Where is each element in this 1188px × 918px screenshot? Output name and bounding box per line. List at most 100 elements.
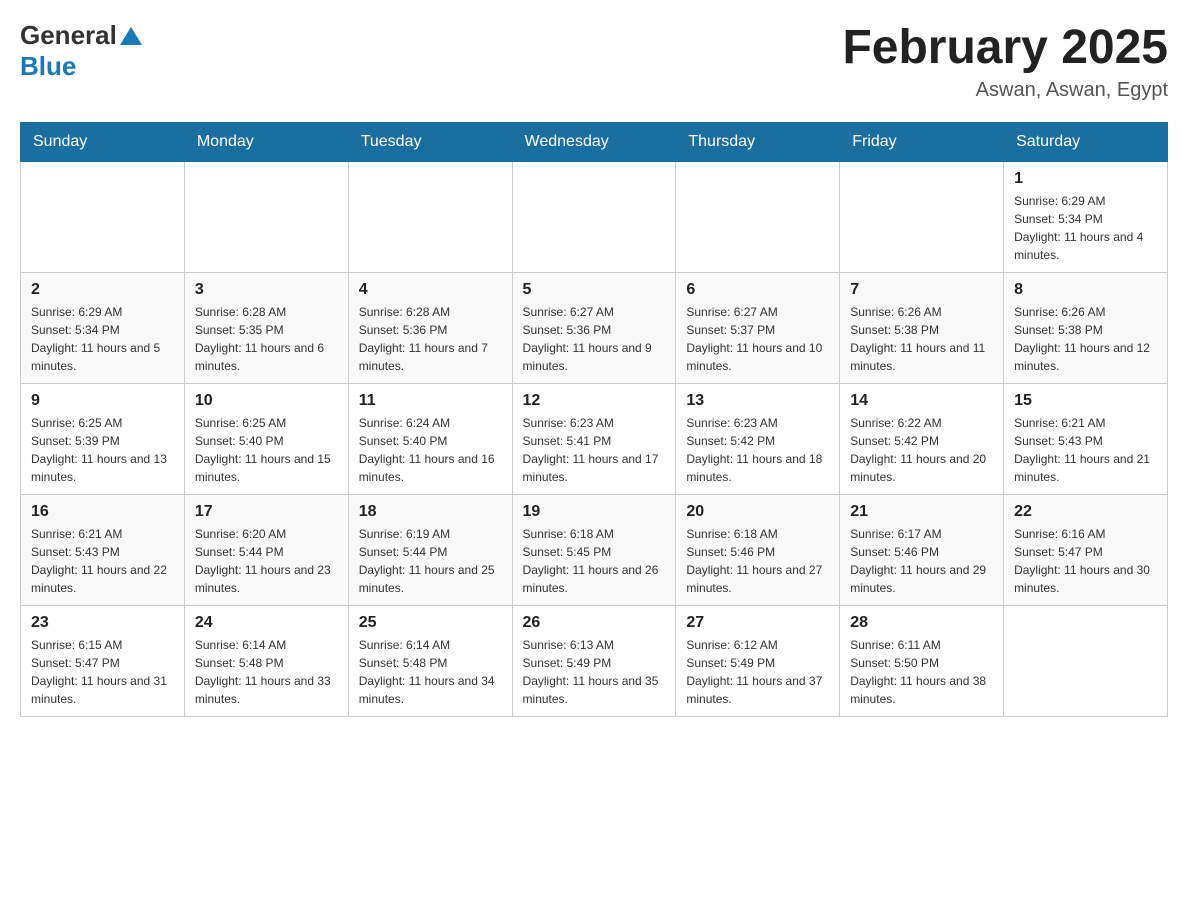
day-info: Sunrise: 6:25 AM Sunset: 5:39 PM Dayligh… — [31, 414, 174, 486]
table-row: 11Sunrise: 6:24 AM Sunset: 5:40 PM Dayli… — [348, 384, 512, 495]
table-row: 7Sunrise: 6:26 AM Sunset: 5:38 PM Daylig… — [840, 273, 1004, 384]
logo-blue-text: Blue — [20, 51, 76, 81]
table-row: 14Sunrise: 6:22 AM Sunset: 5:42 PM Dayli… — [840, 384, 1004, 495]
table-row: 24 Sunrise: 6:14 AM Sunset: 5:48 PM Dayli… — [184, 606, 348, 717]
table-row: 20 Sunrise: 6:18 AM Sunset: 5:46 PM Dayli… — [676, 495, 840, 606]
day-number: 3 — [195, 281, 338, 299]
day-info: Sunrise: 6:25 AM Sunset: 5:40 PM Dayligh… — [195, 414, 338, 486]
table-row: 17 Sunrise: 6:20 AM Sunset: 5:44 PM Dayli… — [184, 495, 348, 606]
day-info: Sunrise: 6:26 AM Sunset: 5:38 PM Dayligh… — [1014, 303, 1157, 375]
calendar-week-row: 9 Sunrise: 6:25 AM Sunset: 5:39 PM Daylig… — [21, 384, 1168, 495]
day-number: 28 — [850, 614, 993, 632]
calendar-week-row: 23 Sunrise: 6:15 AM Sunset: 5:47 PM Dayli… — [21, 606, 1168, 717]
day-number: 21 — [850, 503, 993, 521]
table-row: 26Sunrise: 6:13 AM Sunset: 5:49 PM Dayli… — [512, 606, 676, 717]
table-row — [184, 162, 348, 273]
table-row — [21, 162, 185, 273]
day-number: 15 — [1014, 392, 1157, 410]
calendar-week-row: 1Sunrise: 6:29 AM Sunset: 5:34 PM Daylig… — [21, 162, 1168, 273]
header-sunday: Sunday — [21, 123, 185, 162]
day-number: 8 — [1014, 281, 1157, 299]
table-row — [1004, 606, 1168, 717]
day-number: 13 — [686, 392, 829, 410]
day-number: 20 — [686, 503, 829, 521]
day-info: Sunrise: 6:21 AM Sunset: 5:43 PM Dayligh… — [31, 525, 174, 597]
day-info: Sunrise: 6:13 AM Sunset: 5:49 PM Dayligh… — [523, 636, 666, 708]
day-info: Sunrise: 6:14 AM Sunset: 5:48 PM Dayligh… — [195, 636, 338, 708]
day-info: Sunrise: 6:18 AM Sunset: 5:46 PM Dayligh… — [686, 525, 829, 597]
day-info: Sunrise: 6:28 AM Sunset: 5:36 PM Dayligh… — [359, 303, 502, 375]
day-number: 23 — [31, 614, 174, 632]
day-info: Sunrise: 6:23 AM Sunset: 5:41 PM Dayligh… — [523, 414, 666, 486]
table-row: 9 Sunrise: 6:25 AM Sunset: 5:39 PM Daylig… — [21, 384, 185, 495]
table-row — [676, 162, 840, 273]
table-row — [348, 162, 512, 273]
day-info: Sunrise: 6:22 AM Sunset: 5:42 PM Dayligh… — [850, 414, 993, 486]
table-row: 4 Sunrise: 6:28 AM Sunset: 5:36 PM Daylig… — [348, 273, 512, 384]
day-info: Sunrise: 6:19 AM Sunset: 5:44 PM Dayligh… — [359, 525, 502, 597]
table-row: 10 Sunrise: 6:25 AM Sunset: 5:40 PM Dayli… — [184, 384, 348, 495]
day-number: 2 — [31, 281, 174, 299]
day-info: Sunrise: 6:11 AM Sunset: 5:50 PM Dayligh… — [850, 636, 993, 708]
day-number: 10 — [195, 392, 338, 410]
header-thursday: Thursday — [676, 123, 840, 162]
day-number: 4 — [359, 281, 502, 299]
day-info: Sunrise: 6:17 AM Sunset: 5:46 PM Dayligh… — [850, 525, 993, 597]
day-info: Sunrise: 6:23 AM Sunset: 5:42 PM Dayligh… — [686, 414, 829, 486]
header-tuesday: Tuesday — [348, 123, 512, 162]
calendar-table: Sunday Monday Tuesday Wednesday Thursday… — [20, 122, 1168, 717]
day-info: Sunrise: 6:27 AM Sunset: 5:37 PM Dayligh… — [686, 303, 829, 375]
table-row: 13 Sunrise: 6:23 AM Sunset: 5:42 PM Dayli… — [676, 384, 840, 495]
day-number: 6 — [686, 281, 829, 299]
day-number: 16 — [31, 503, 174, 521]
day-number: 19 — [523, 503, 666, 521]
table-row: 6 Sunrise: 6:27 AM Sunset: 5:37 PM Daylig… — [676, 273, 840, 384]
header-friday: Friday — [840, 123, 1004, 162]
header-saturday: Saturday — [1004, 123, 1168, 162]
day-info: Sunrise: 6:29 AM Sunset: 5:34 PM Dayligh… — [31, 303, 174, 375]
day-info: Sunrise: 6:16 AM Sunset: 5:47 PM Dayligh… — [1014, 525, 1157, 597]
day-number: 25 — [359, 614, 502, 632]
location-subtitle: Aswan, Aswan, Egypt — [842, 79, 1168, 102]
calendar-week-row: 16 Sunrise: 6:21 AM Sunset: 5:43 PM Dayli… — [21, 495, 1168, 606]
table-row: 25 Sunrise: 6:14 AM Sunset: 5:48 PM Dayli… — [348, 606, 512, 717]
logo: General Blue — [20, 20, 142, 82]
title-section: February 2025 Aswan, Aswan, Egypt — [842, 20, 1168, 102]
calendar-week-row: 2 Sunrise: 6:29 AM Sunset: 5:34 PM Daylig… — [21, 273, 1168, 384]
table-row: 12 Sunrise: 6:23 AM Sunset: 5:41 PM Dayli… — [512, 384, 676, 495]
day-info: Sunrise: 6:21 AM Sunset: 5:43 PM Dayligh… — [1014, 414, 1157, 486]
month-title: February 2025 — [842, 20, 1168, 75]
table-row: 19 Sunrise: 6:18 AM Sunset: 5:45 PM Dayli… — [512, 495, 676, 606]
day-number: 27 — [686, 614, 829, 632]
table-row: 1Sunrise: 6:29 AM Sunset: 5:34 PM Daylig… — [1004, 162, 1168, 273]
day-info: Sunrise: 6:20 AM Sunset: 5:44 PM Dayligh… — [195, 525, 338, 597]
day-number: 5 — [523, 281, 666, 299]
table-row: 23 Sunrise: 6:15 AM Sunset: 5:47 PM Dayli… — [21, 606, 185, 717]
weekday-header-row: Sunday Monday Tuesday Wednesday Thursday… — [21, 123, 1168, 162]
day-info: Sunrise: 6:29 AM Sunset: 5:34 PM Dayligh… — [1014, 192, 1157, 264]
day-number: 7 — [850, 281, 993, 299]
day-info: Sunrise: 6:27 AM Sunset: 5:36 PM Dayligh… — [523, 303, 666, 375]
table-row: 18Sunrise: 6:19 AM Sunset: 5:44 PM Dayli… — [348, 495, 512, 606]
day-number: 24 — [195, 614, 338, 632]
page-header: General Blue February 2025 Aswan, Aswan,… — [20, 20, 1168, 102]
logo-general-text: General — [20, 20, 117, 51]
day-info: Sunrise: 6:18 AM Sunset: 5:45 PM Dayligh… — [523, 525, 666, 597]
day-number: 12 — [523, 392, 666, 410]
day-number: 11 — [359, 392, 502, 410]
header-wednesday: Wednesday — [512, 123, 676, 162]
day-number: 17 — [195, 503, 338, 521]
table-row: 27 Sunrise: 6:12 AM Sunset: 5:49 PM Dayli… — [676, 606, 840, 717]
table-row: 15 Sunrise: 6:21 AM Sunset: 5:43 PM Dayli… — [1004, 384, 1168, 495]
table-row: 28 Sunrise: 6:11 AM Sunset: 5:50 PM Dayli… — [840, 606, 1004, 717]
table-row: 5 Sunrise: 6:27 AM Sunset: 5:36 PM Daylig… — [512, 273, 676, 384]
table-row: 22 Sunrise: 6:16 AM Sunset: 5:47 PM Dayli… — [1004, 495, 1168, 606]
table-row: 2 Sunrise: 6:29 AM Sunset: 5:34 PM Daylig… — [21, 273, 185, 384]
day-info: Sunrise: 6:12 AM Sunset: 5:49 PM Dayligh… — [686, 636, 829, 708]
day-info: Sunrise: 6:14 AM Sunset: 5:48 PM Dayligh… — [359, 636, 502, 708]
day-number: 22 — [1014, 503, 1157, 521]
logo-triangle-icon — [120, 27, 142, 45]
day-info: Sunrise: 6:15 AM Sunset: 5:47 PM Dayligh… — [31, 636, 174, 708]
table-row: 3Sunrise: 6:28 AM Sunset: 5:35 PM Daylig… — [184, 273, 348, 384]
day-number: 9 — [31, 392, 174, 410]
